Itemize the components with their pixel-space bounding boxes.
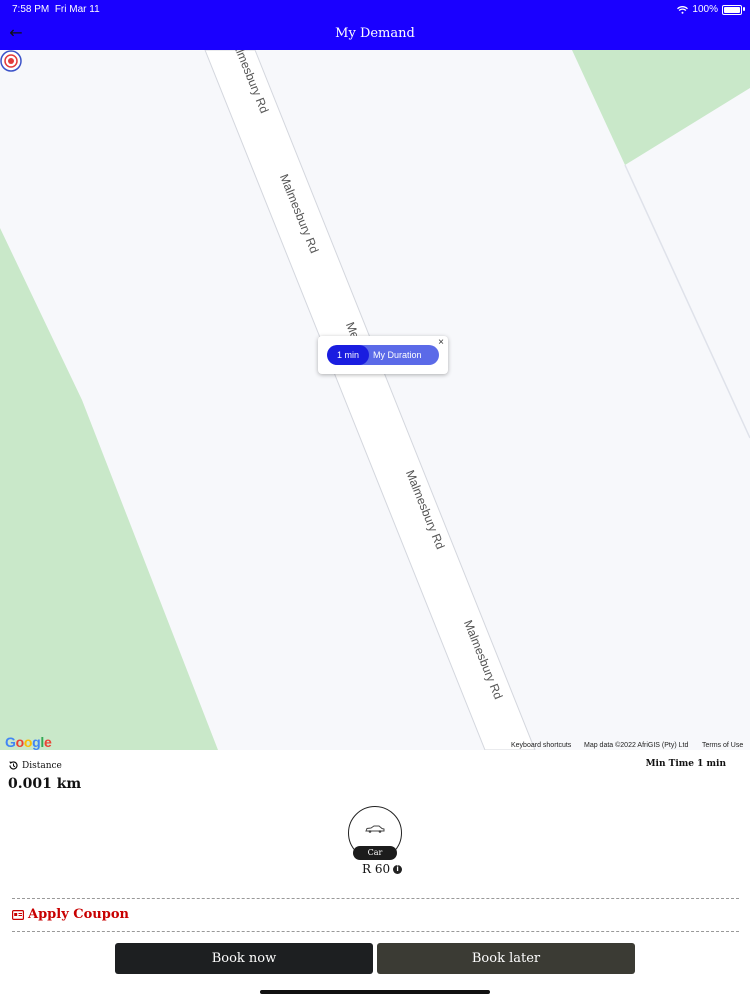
- vehicle-option-car[interactable]: Car: [348, 806, 402, 860]
- battery-tip: [743, 7, 745, 11]
- vehicle-name: Car: [353, 846, 397, 860]
- divider: [12, 898, 739, 899]
- map-view[interactable]: Malmesbury Rd Malmesbury Rd Me Malmesbur…: [0, 50, 750, 750]
- coupon-icon: [12, 909, 24, 920]
- page-title: My Demand: [335, 26, 415, 41]
- history-icon: [9, 761, 18, 770]
- map-data-attribution: Map data ©2022 AfriGIS (Pty) Ltd: [584, 742, 689, 749]
- duration-pill: 1 min My Duration: [327, 345, 439, 365]
- info-icon[interactable]: i: [393, 864, 403, 874]
- price-value: R 60: [362, 862, 391, 876]
- duration-popup: × 1 min My Duration: [318, 336, 448, 374]
- google-logo: Google: [5, 734, 52, 750]
- distance-label: Distance: [22, 760, 62, 771]
- distance-value: 0.001 km: [8, 776, 82, 792]
- wifi-icon: [677, 5, 689, 14]
- location-marker-icon[interactable]: [0, 50, 22, 72]
- apply-coupon-label: Apply Coupon: [28, 907, 129, 922]
- status-date: Fri Mar 11: [54, 4, 100, 15]
- status-right: 100%: [677, 4, 718, 15]
- book-now-button[interactable]: Book now: [115, 943, 373, 974]
- keyboard-shortcuts-link[interactable]: Keyboard shortcuts: [511, 742, 571, 749]
- map-canvas: [0, 50, 750, 750]
- distance-row: Distance: [8, 760, 62, 771]
- status-time: 7:58 PM: [12, 4, 50, 15]
- home-indicator: [260, 990, 490, 994]
- close-icon[interactable]: ×: [438, 337, 444, 348]
- min-time: Min Time 1 min: [645, 759, 726, 769]
- vehicle-price: R 60 i: [362, 862, 403, 876]
- divider: [12, 931, 739, 932]
- car-icon: [365, 825, 385, 833]
- status-time-date: 7:58 PM Fri Mar 11: [12, 4, 100, 15]
- apply-coupon-button[interactable]: Apply Coupon: [12, 907, 129, 922]
- book-later-button[interactable]: Book later: [377, 943, 635, 974]
- duration-label: My Duration: [373, 350, 422, 360]
- battery-percent: 100%: [692, 4, 718, 15]
- terms-of-use-link[interactable]: Terms of Use: [702, 742, 743, 749]
- battery-icon: [722, 5, 742, 15]
- app-header: 7:58 PM Fri Mar 11 100% ← My Demand: [0, 0, 750, 50]
- duration-value: 1 min: [327, 345, 369, 365]
